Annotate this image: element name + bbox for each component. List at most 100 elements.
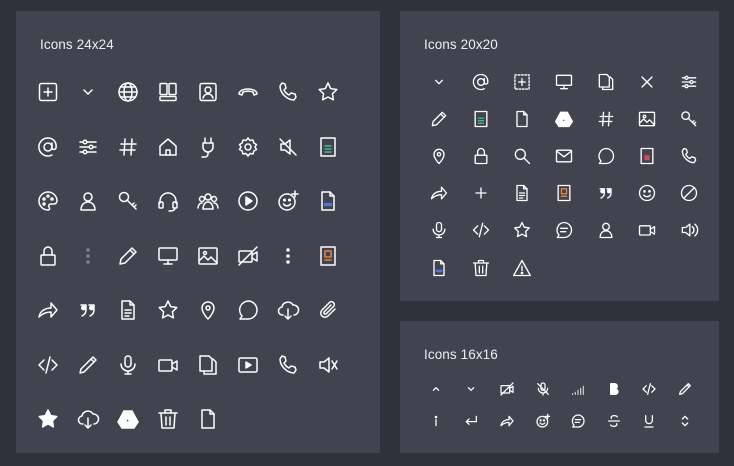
icon-cell xyxy=(228,229,268,284)
icon-cell xyxy=(585,100,627,137)
search-icon xyxy=(514,148,531,165)
icon-cell xyxy=(148,120,188,175)
icon-cell xyxy=(28,392,68,447)
icon-cell xyxy=(454,405,490,437)
icon-cell xyxy=(228,338,268,393)
icon-cell xyxy=(460,175,502,212)
mail-icon xyxy=(555,149,573,163)
plus-icon xyxy=(474,187,487,199)
icon-cell xyxy=(268,65,308,120)
icon-cell xyxy=(525,405,561,437)
user-icon xyxy=(599,223,613,239)
icon-cell xyxy=(108,229,148,284)
chat-lines-icon xyxy=(556,222,572,239)
panel-title-16: Icons 16x16 xyxy=(424,347,498,362)
plug-icon xyxy=(201,137,214,158)
strike-icon xyxy=(607,415,620,427)
paperclip-icon xyxy=(320,301,336,319)
chevron-down-icon xyxy=(468,387,475,391)
icon-cell xyxy=(68,65,108,120)
icon-cell xyxy=(418,212,460,249)
icon-cell xyxy=(501,63,543,100)
star-icon xyxy=(158,300,178,319)
star-icon xyxy=(318,82,338,101)
add-box-icon xyxy=(38,83,58,102)
doc-green-icon xyxy=(474,110,488,127)
icon-cell xyxy=(626,137,668,174)
icon-cell xyxy=(418,137,460,174)
chevron-down-icon xyxy=(83,89,93,95)
contact-card-icon xyxy=(199,83,217,102)
icon-cell xyxy=(626,63,668,100)
icon-grid-20 xyxy=(418,63,710,286)
lock-icon xyxy=(474,147,488,165)
icon-cell xyxy=(108,338,148,393)
cloud-download-icon xyxy=(277,301,300,320)
phone-icon xyxy=(279,82,297,101)
icon-cell xyxy=(308,338,348,393)
unfold-icon xyxy=(681,415,689,427)
trash-icon xyxy=(158,409,178,429)
icon-cell xyxy=(188,338,228,393)
icon-cell xyxy=(596,405,632,437)
share-icon xyxy=(500,415,514,427)
icon-grid-16 xyxy=(418,373,703,437)
icon-cell xyxy=(418,175,460,212)
icon-cell xyxy=(667,405,703,437)
block-icon xyxy=(680,184,698,202)
icon-cell xyxy=(543,100,585,137)
pen-icon xyxy=(678,383,691,395)
key-icon xyxy=(118,192,137,210)
icon-cell xyxy=(418,249,460,286)
panel-title-20: Icons 20x20 xyxy=(424,37,498,52)
share-icon xyxy=(430,186,448,200)
icon-cell xyxy=(632,405,668,437)
doc-blank-icon xyxy=(516,110,528,127)
icon-cell xyxy=(228,174,268,229)
icon-cell xyxy=(585,175,627,212)
user-icon xyxy=(80,192,96,211)
code-icon xyxy=(38,356,58,374)
icons-24-panel: Icons 24x24 xyxy=(16,11,380,453)
add-box-dashed-icon xyxy=(514,73,530,90)
doc-red-icon xyxy=(640,147,654,165)
icon-cell xyxy=(28,120,68,175)
at-icon xyxy=(38,136,57,157)
icon-cell xyxy=(460,100,502,137)
icon-cell xyxy=(460,212,502,249)
monitor-icon xyxy=(555,74,573,89)
code-icon xyxy=(472,223,489,238)
phone-icon xyxy=(681,147,697,164)
icon-cell xyxy=(108,174,148,229)
quote-icon xyxy=(599,188,612,199)
warning-icon xyxy=(513,259,532,276)
headset-icon xyxy=(158,192,178,212)
icon-cell xyxy=(460,249,502,286)
icon-cell xyxy=(543,175,585,212)
globe-icon xyxy=(118,82,138,102)
icon-cell xyxy=(268,283,308,338)
play-circle-icon xyxy=(238,191,258,211)
emoji-add-icon xyxy=(278,190,299,211)
icon-cell xyxy=(28,338,68,393)
emoji-add-icon xyxy=(535,413,550,428)
icon-cell xyxy=(308,174,348,229)
bold-icon xyxy=(609,383,619,395)
chat-icon xyxy=(238,300,258,320)
key-icon xyxy=(681,111,697,127)
hang-up-icon xyxy=(238,88,258,96)
doc-green-icon xyxy=(320,137,336,157)
icon-cell xyxy=(268,229,308,284)
icon-cell xyxy=(543,137,585,174)
icon-cell xyxy=(501,100,543,137)
trash-icon xyxy=(472,259,489,276)
icon-cell xyxy=(188,283,228,338)
icon-cell xyxy=(667,373,703,405)
icon-cell xyxy=(626,175,668,212)
mic-icon xyxy=(432,222,446,239)
icon-cell xyxy=(68,120,108,175)
icon-cell xyxy=(626,212,668,249)
pencil-icon xyxy=(119,247,137,265)
icon-cell xyxy=(585,63,627,100)
drive-icon xyxy=(117,410,139,429)
